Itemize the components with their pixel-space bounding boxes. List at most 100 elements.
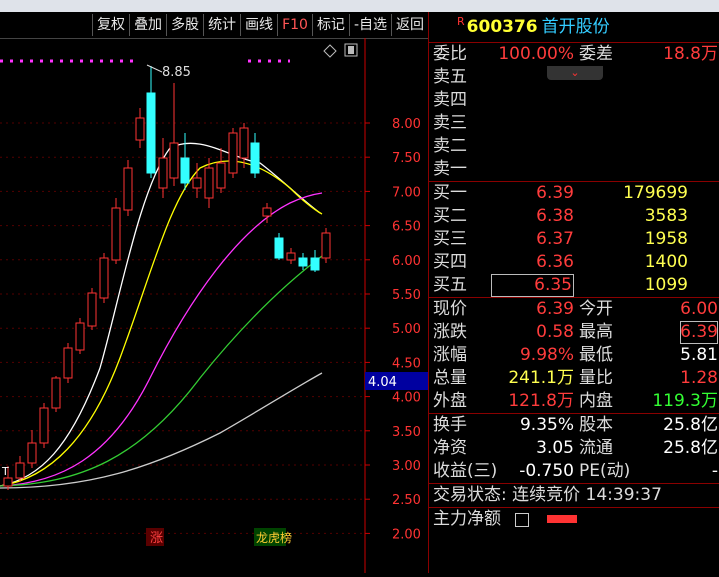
buy-5-label: 买五 (433, 275, 467, 295)
remove-favorite-button[interactable]: -自选 (348, 14, 391, 36)
kline-svg: 8.00 7.50 7.00 6.50 6.00 5.50 5.00 4.50 4.00 3.50… (0, 38, 428, 573)
stat-value-2: 5.81 (680, 345, 718, 365)
candle-body (321, 232, 331, 259)
candle-body (146, 92, 156, 174)
buy-5-volume: 1099 (644, 275, 688, 295)
candle-body (228, 132, 238, 174)
sell-5-label: 卖五 (433, 67, 467, 87)
buy-2-label: 买二 (433, 206, 467, 226)
candle-body (87, 292, 97, 327)
stat-value-2: 119.3万 (652, 391, 718, 411)
buy-row[interactable]: 买二 6.38 3583 (429, 205, 719, 228)
fundamental-row: 收益(三) -0.750 PE(动) - (429, 460, 719, 483)
fund-label-2: 流通 (579, 438, 613, 458)
fund-value: 9.35% (519, 415, 574, 435)
candle-body (158, 157, 168, 189)
buy-5-price[interactable]: 6.35 (491, 274, 574, 297)
candlesticks (3, 66, 331, 490)
mark-button[interactable]: 标记 (311, 14, 349, 36)
fund-value: 3.05 (536, 438, 574, 458)
draw-line-button[interactable]: 画线 (240, 14, 277, 36)
stat-label: 涨幅 (433, 345, 467, 365)
stat-row: 涨跌 0.58 最高 6.39 (429, 321, 719, 344)
buy-1-label: 买一 (433, 183, 467, 203)
price-stats: 现价 6.39 今开 6.00 涨跌 0.58 最高 6.39 涨幅 9.98% 最低 5.81 总量 2… (429, 297, 719, 413)
main-flow-row: 主力净额 (429, 507, 719, 531)
buy-4-price: 6.36 (536, 252, 574, 272)
buy-row[interactable]: 买一 6.39 179699 (429, 182, 719, 205)
buy-row[interactable]: 买四 6.36 1400 (429, 251, 719, 274)
stat-label: 总量 (433, 368, 467, 388)
limit-up-badge[interactable]: 涨 (150, 531, 163, 546)
r-mark: R (457, 15, 465, 28)
buy-3-label: 买三 (433, 229, 467, 249)
buy-4-volume: 1400 (644, 252, 688, 272)
stat-value: 121.8万 (508, 391, 574, 411)
diamond-icon[interactable] (323, 44, 337, 58)
price-tick-label: 4.50 (392, 356, 421, 371)
weibi-row: 委比 100.00% 委差 18.8万 (429, 42, 719, 66)
stat-row: 总量 241.1万 量比 1.28 (429, 367, 719, 390)
candle-body (204, 167, 214, 199)
stat-row: 涨幅 9.98% 最低 5.81 (429, 344, 719, 367)
price-tick-label: 4.00 (392, 391, 421, 406)
fund-label: 收益(三) (433, 461, 498, 481)
stat-label-2: 量比 (579, 368, 613, 388)
statistics-button[interactable]: 统计 (203, 14, 240, 36)
price-tick-label: 3.00 (392, 459, 421, 474)
buy-3-price: 6.37 (536, 229, 574, 249)
candle-body (274, 237, 284, 259)
stock-code: 600376 (466, 17, 538, 37)
candle-body (286, 252, 296, 261)
kline-chart[interactable]: 8.00 7.50 7.00 6.50 6.00 5.50 5.00 4.50 4.00 3.50… (0, 38, 428, 573)
stat-value: 9.98% (519, 345, 574, 365)
candle-body (298, 257, 308, 267)
stock-name[interactable]: 首开股份 (542, 17, 610, 37)
candle-body (169, 142, 179, 179)
current-price-tag: 4.04 (368, 375, 397, 390)
fundamental-row: 净资 3.05 流通 25.8亿 (429, 437, 719, 460)
candle-body (250, 142, 260, 174)
price-tick-label: 7.50 (392, 151, 421, 166)
fundamental-row: 换手 9.35% 股本 25.8亿 (429, 414, 719, 437)
stat-value: 0.58 (536, 322, 574, 342)
stock-header: R 600376 首开股份 (429, 12, 719, 42)
fund-label-2: 股本 (579, 415, 613, 435)
buy-4-label: 买四 (433, 252, 467, 272)
candle-body (135, 117, 145, 141)
overlay-button[interactable]: 叠加 (129, 14, 166, 36)
stat-value-2: 6.00 (680, 299, 718, 319)
candle-body (310, 257, 320, 271)
sell-2-label: 卖二 (433, 136, 467, 156)
price-tick-label: 3.50 (392, 425, 421, 440)
window-square-icon[interactable] (344, 43, 358, 57)
stat-row: 外盘 121.8万 内盘 119.3万 (429, 390, 719, 413)
stat-value: 241.1万 (508, 368, 574, 388)
list-icon[interactable] (515, 513, 529, 527)
dragon-tiger-badge[interactable]: 龙虎榜 (256, 530, 292, 545)
buy-row[interactable]: 买三 6.37 1958 (429, 228, 719, 251)
price-tick-label: 5.00 (392, 322, 421, 337)
fund-label: 换手 (433, 415, 467, 435)
trade-status-row: 交易状态: 连续竞价 14:39:37 (429, 483, 719, 507)
f10-button[interactable]: F10 (277, 14, 312, 36)
buy-row[interactable]: 买五 6.35 1099 (429, 274, 719, 297)
sell-1-label: 卖一 (433, 159, 467, 179)
stat-label: 涨跌 (433, 322, 467, 342)
marker-t: T (1, 465, 9, 478)
back-button[interactable]: 返回 (391, 14, 428, 36)
candle-body (99, 257, 109, 299)
candle-body (123, 167, 133, 211)
fuquan-button[interactable]: 复权 (92, 14, 129, 36)
price-tick-label: 8.00 (392, 117, 421, 132)
stat-value: 6.39 (536, 299, 574, 319)
fund-value-2: 25.8亿 (663, 415, 718, 435)
fund-value: -0.750 (519, 461, 574, 481)
candle-body (192, 177, 202, 189)
candle-body (51, 377, 61, 409)
candle-body (39, 407, 49, 444)
multi-stock-button[interactable]: 多股 (166, 14, 203, 36)
fund-label-2: PE(动) (579, 461, 631, 481)
weibi-value: 100.00% (498, 44, 574, 64)
stat-label: 外盘 (433, 391, 467, 411)
